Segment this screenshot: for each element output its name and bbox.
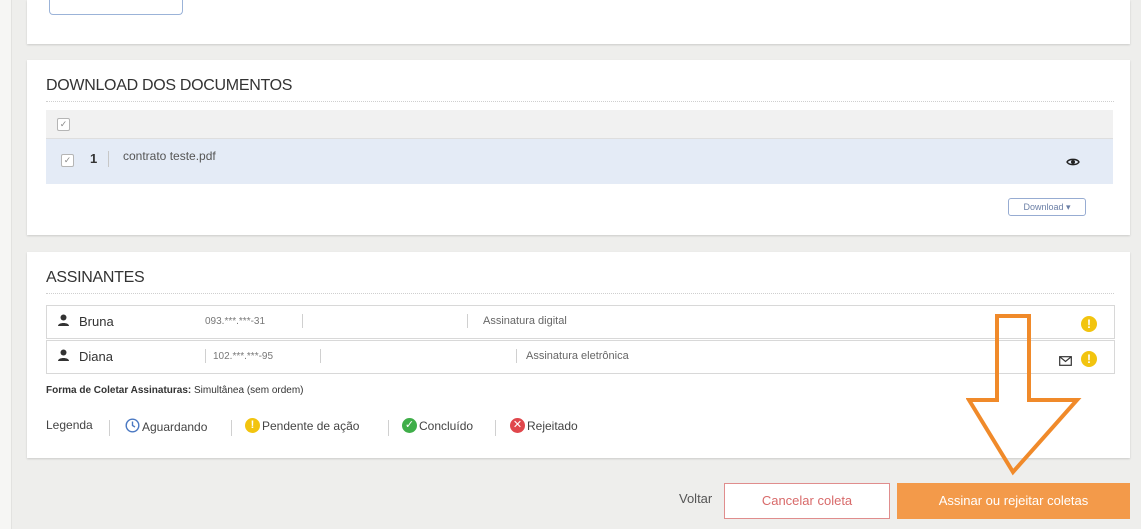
previous-section-panel [27,0,1130,44]
documents-title: DOWNLOAD DOS DOCUMENTOS [46,77,293,94]
pending-status-icon: ! [1081,351,1097,367]
column-divider [108,151,109,167]
document-name: contrato teste.pdf [123,149,216,163]
legend-divider [231,420,232,436]
signers-title: ASSINANTES [46,269,145,286]
person-icon [57,314,70,332]
signers-title-rule [46,293,1114,294]
signer-name: Diana [79,349,113,364]
document-row-checkbox[interactable]: ✓ [61,154,74,167]
legend-item-label: Rejeitado [527,418,578,433]
legend-divider [495,420,496,436]
signer-row: Bruna 093.***.***-31 Assinatura digital … [46,305,1115,339]
legend-label: Legenda [46,418,93,432]
eye-icon[interactable] [1066,154,1080,172]
signers-panel: ASSINANTES Bruna 093.***.***-31 Assinatu… [27,252,1130,458]
collection-mode: Forma de Coletar Assinaturas: Simultânea… [46,385,304,396]
signature-type: Assinatura digital [483,315,567,327]
annotation-down-arrow-icon [966,314,1082,476]
signer-cpf: 102.***.***-95 [213,351,274,362]
legend-item-pending: ! Pendente de ação [245,418,359,433]
check-circle-icon: ✓ [402,418,417,433]
document-number: 1 [90,151,98,166]
legend-item-label: Pendente de ação [262,418,360,433]
column-divider [320,349,321,363]
signature-type: Assinatura eletrônica [526,350,629,362]
legend-item-completed: ✓ Concluído [402,418,473,433]
signer-cpf: 093.***.***-31 [205,316,266,327]
back-link[interactable]: Voltar [679,491,712,506]
column-divider [467,314,468,328]
signer-row: Diana 102.***.***-95 Assinatura eletrôni… [46,340,1115,374]
collection-mode-label: Forma de Coletar Assinaturas: [46,385,192,396]
select-all-checkbox[interactable]: ✓ [57,118,70,131]
legend-item-waiting: Aguardando [125,418,207,436]
sign-or-reject-button[interactable]: Assinar ou rejeitar coletas [897,483,1130,519]
clock-icon [125,418,140,436]
document-row[interactable]: ✓ 1 contrato teste.pdf [46,139,1113,184]
signer-name: Bruna [79,314,114,329]
pending-status-icon: ! [1081,316,1097,332]
legend-item-label: Aguardando [142,420,208,434]
collection-mode-value: Simultânea (sem ordem) [194,385,304,396]
documents-title-rule [46,101,1114,102]
left-gutter [0,0,12,529]
column-divider [205,349,206,363]
exclamation-icon: ! [245,418,260,433]
legend-divider [109,420,110,436]
documents-table-header: ✓ [46,110,1113,139]
cancel-collection-button[interactable]: Cancelar coleta [724,483,890,519]
documents-panel: DOWNLOAD DOS DOCUMENTOS ✓ ✓ 1 contrato t… [27,60,1130,235]
download-button[interactable]: Download ▾ [1008,198,1086,216]
legend-item-rejected: ✕ Rejeitado [510,418,578,433]
legend-divider [388,420,389,436]
person-icon [57,349,70,367]
column-divider [516,349,517,363]
previous-section-button[interactable] [49,0,183,15]
column-divider [302,314,303,328]
x-circle-icon: ✕ [510,418,525,433]
legend-item-label: Concluído [419,418,474,433]
